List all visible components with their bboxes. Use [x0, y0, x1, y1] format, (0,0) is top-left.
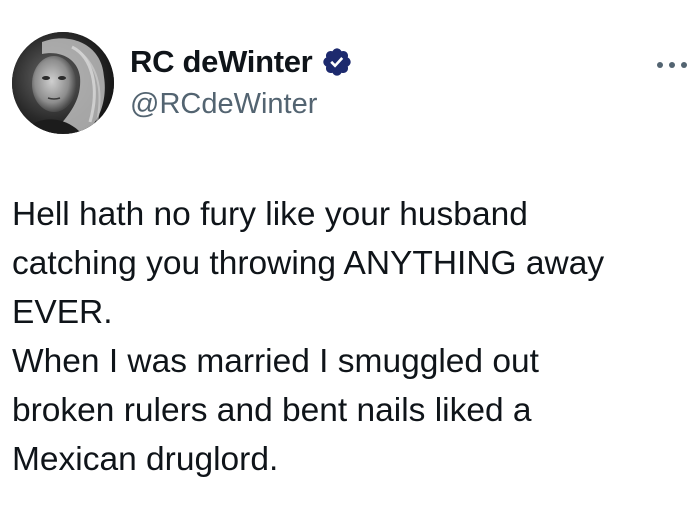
- more-options-button[interactable]: [652, 52, 692, 78]
- tweet-text-line: EVER.: [12, 294, 113, 331]
- tweet-text: Hell hath no fury like your husband catc…: [12, 190, 696, 484]
- more-options-icon: [657, 62, 687, 68]
- author-avatar[interactable]: [12, 32, 114, 134]
- tweet-text-line: Mexican druglord.: [12, 441, 279, 478]
- tweet-text-line: broken rulers and bent nails liked a: [12, 392, 532, 429]
- author-info: RC deWinter @RCdeWinter: [130, 40, 353, 121]
- tweet-text-line: catching you throwing ANYTHING away: [12, 245, 605, 282]
- avatar-photo-icon: [12, 32, 114, 134]
- author-handle[interactable]: @RCdeWinter: [130, 88, 353, 121]
- verified-badge-icon[interactable]: [321, 46, 353, 78]
- tweet-text-line: Hell hath no fury like your husband: [12, 196, 528, 233]
- tweet-text-line: When I was married I smuggled out: [12, 343, 539, 380]
- name-row: RC deWinter: [130, 40, 353, 84]
- author-display-name[interactable]: RC deWinter: [130, 44, 313, 80]
- tweet-card: RC deWinter @RCdeWinter Hell hath no fur…: [0, 0, 700, 522]
